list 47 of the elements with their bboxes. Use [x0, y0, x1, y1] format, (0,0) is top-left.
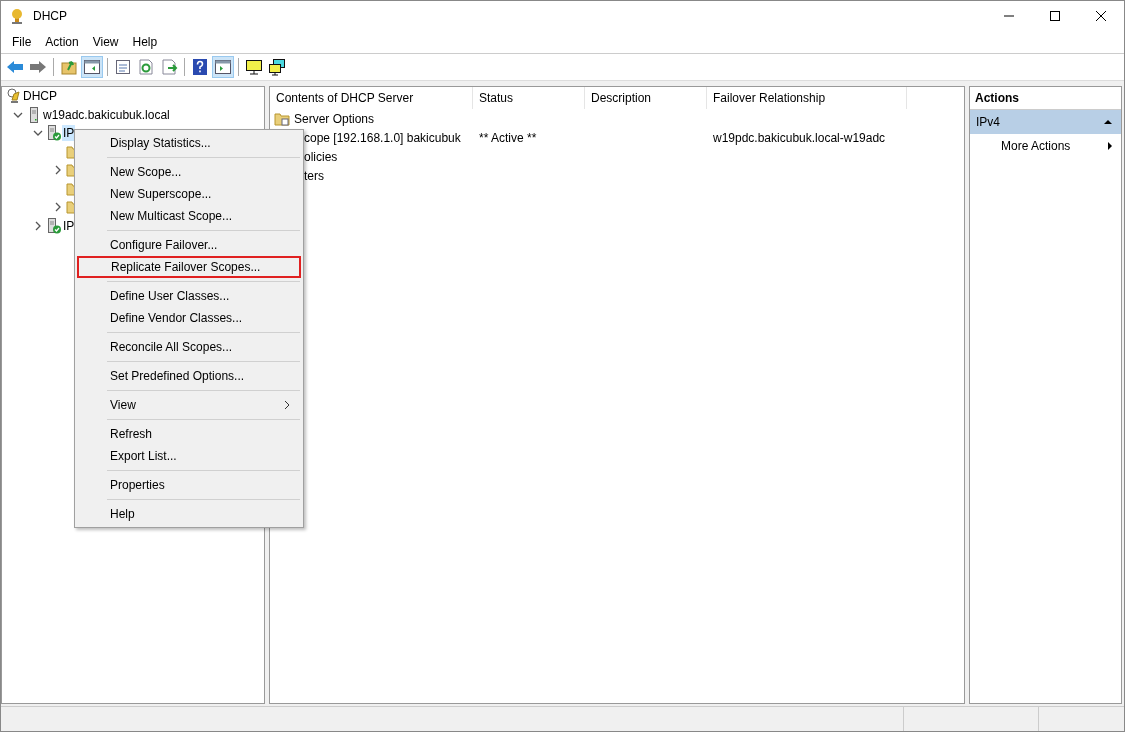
table-cell: ** Active ** [479, 130, 537, 145]
menu-item[interactable]: Help [125, 35, 165, 49]
menu-item[interactable]: New Scope... [77, 161, 301, 183]
column-header[interactable]: Description [585, 87, 707, 109]
expand-icon[interactable] [33, 220, 43, 231]
menu-item[interactable]: Action [38, 35, 86, 49]
menu-item[interactable]: Set Predefined Options... [77, 365, 301, 387]
menu-item[interactable]: Export List... [77, 445, 301, 467]
menu-item[interactable]: View [77, 394, 301, 416]
menu-item[interactable]: Configure Failover... [77, 234, 301, 256]
collapse-icon[interactable] [1103, 117, 1113, 127]
menu-item[interactable]: File [5, 35, 39, 49]
options-icon [274, 110, 290, 127]
table-cell: cope [192.168.1.0] bakicubuk [304, 130, 461, 145]
menu-item[interactable]: Reconcile All Scopes... [77, 336, 301, 358]
menu-item[interactable]: Define User Classes... [77, 285, 301, 307]
expand-icon[interactable] [53, 165, 63, 176]
menu-item[interactable]: Replicate Failover Scopes... [77, 256, 301, 278]
window-title: DHCP [33, 9, 67, 23]
menu-item[interactable]: Define Vendor Classes... [77, 307, 301, 329]
tree-pane-button[interactable] [81, 56, 103, 78]
action-pane-button[interactable] [212, 56, 234, 78]
tree-item[interactable]: IP [62, 217, 76, 234]
action-link[interactable]: More Actions [1001, 139, 1071, 153]
menu-item[interactable]: View [85, 35, 126, 49]
column-header[interactable]: Failover Relationship [707, 87, 907, 109]
section-title: IPv4 [976, 115, 1000, 129]
menu-item[interactable]: Properties [77, 474, 301, 496]
menu-item[interactable]: Refresh [77, 423, 301, 445]
menu-item[interactable]: Help [77, 503, 301, 525]
menu-item[interactable]: New Multicast Scope... [77, 205, 301, 227]
expand-icon[interactable] [53, 202, 63, 213]
monitors-button[interactable] [266, 56, 288, 78]
column-header[interactable]: Contents of DHCP Server [270, 87, 473, 109]
table-cell: olicies [304, 149, 338, 164]
app-icon [9, 8, 25, 24]
column-header[interactable]: Status [473, 87, 585, 109]
tree-item[interactable]: w19adc.bakicubuk.local [42, 106, 171, 123]
server-icon [46, 217, 62, 234]
table-cell: ters [304, 168, 324, 183]
server-icon [46, 125, 62, 142]
table-cell: w19pdc.bakicubuk.local-w19adc [713, 130, 886, 145]
menu-item[interactable]: Display Statistics... [77, 132, 301, 154]
menu-item[interactable]: New Superscope... [77, 183, 301, 205]
tree-item[interactable]: DHCP [22, 88, 58, 105]
section-header[interactable]: IPv4 [970, 110, 1121, 134]
table-cell: Server Options [294, 111, 375, 126]
